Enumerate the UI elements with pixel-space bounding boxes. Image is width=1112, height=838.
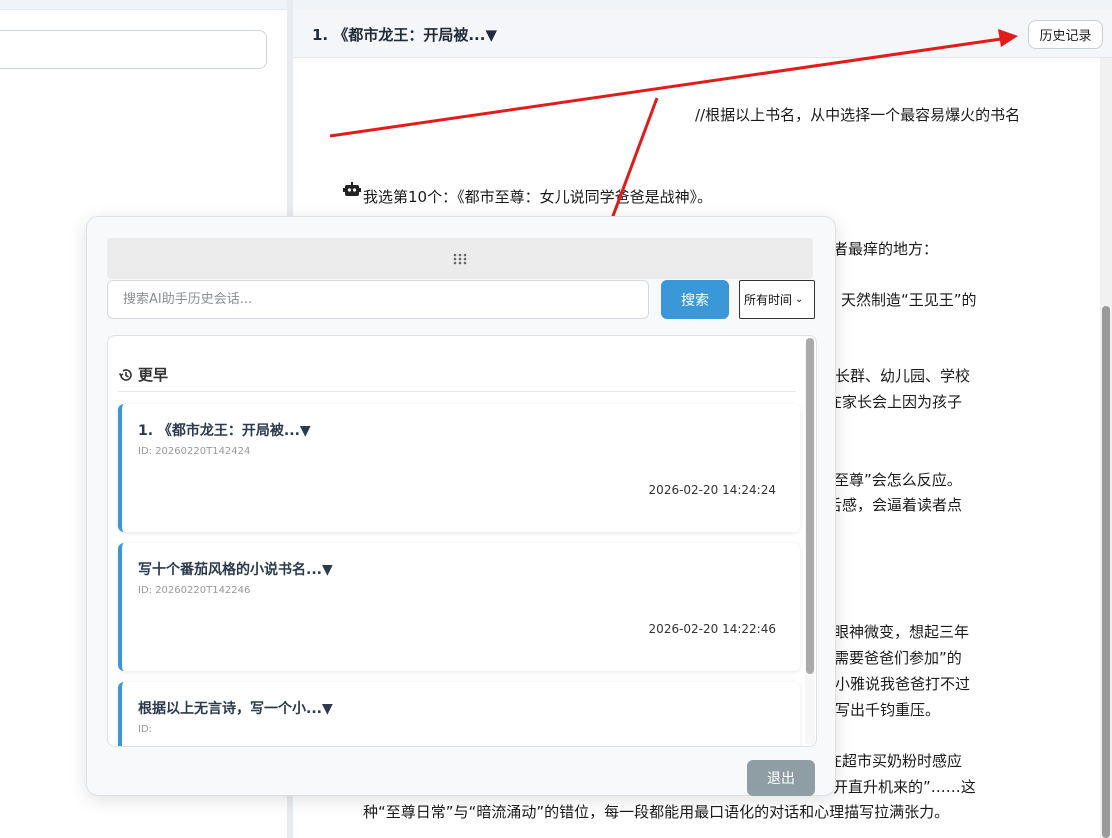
left-input-field[interactable] xyxy=(0,30,267,69)
section-header: 更早 xyxy=(118,364,168,385)
history-item[interactable]: 写十个番茄风格的小说书名...▼ ID: 20260220T142246 202… xyxy=(118,543,800,671)
message-line: 在家长会上因为孩子 xyxy=(827,393,963,411)
history-item[interactable]: 根据以上无言诗，写一个小...▼ ID: xyxy=(118,682,800,746)
modal-drag-handle[interactable] xyxy=(107,238,813,279)
robot-icon xyxy=(343,182,361,196)
message-line: 者最痒的地方： xyxy=(833,240,939,258)
message-line: 长群、幼儿园、学校 xyxy=(835,367,971,385)
message-line: 的需要爸爸们参加”的 xyxy=(819,649,962,667)
chevron-down-icon: ⌄ xyxy=(795,294,804,305)
history-clock-icon xyxy=(118,368,132,381)
drag-grip-icon xyxy=(453,253,467,264)
history-item-id: ID: 20260220T142424 xyxy=(138,446,251,457)
message-line: 天然制造“王见王”的 xyxy=(841,291,977,309)
message-line: 舌感，会逼着读者点 xyxy=(827,496,963,514)
history-item-id: ID: 20260220T142246 xyxy=(138,585,251,596)
history-item-id: ID: xyxy=(138,724,153,735)
history-list-scrollbar-thumb[interactable] xyxy=(806,338,814,674)
left-top-strip xyxy=(0,0,287,10)
top-strip xyxy=(293,0,1112,9)
chat-header: 1. 《都市龙王：开局被...▼ 历史记录 xyxy=(293,9,1112,58)
exit-button[interactable]: 退出 xyxy=(747,760,815,796)
section-label: 更早 xyxy=(138,366,169,384)
message-line: 在超市买奶粉时感应 xyxy=(827,752,963,770)
history-modal: 搜索 所有时间 ⌄ 更早 1. 《都市龙王：开局被...▼ ID: 202602… xyxy=(86,216,836,796)
message-line: 写出千钧重压。 xyxy=(835,701,941,719)
message-line: 我选第10个：《都市至尊：女儿说同学爸爸是战神》。 xyxy=(363,188,713,206)
message-line: 市至尊”会怎么反应。 xyxy=(819,471,962,489)
search-button[interactable]: 搜索 xyxy=(661,280,729,319)
history-search-input[interactable] xyxy=(107,280,649,319)
message-line: //根据以上书名，从中选择一个最容易爆火的书名 xyxy=(695,106,1021,124)
history-item-title: 根据以上无言诗，写一个小...▼ xyxy=(138,701,333,717)
history-item[interactable]: 1. 《都市龙王：开局被...▼ ID: 20260220T142424 202… xyxy=(118,404,800,532)
message-line: 的眼神微变，想起三年 xyxy=(819,623,970,641)
message-line: 小雅说我爸爸打不过 xyxy=(835,675,971,693)
message-line: 种“至尊日常”与“暗流涌动”的错位，每一段都能用最口语化的对话和心理描写拉满张力… xyxy=(363,803,950,821)
chat-scrollbar[interactable] xyxy=(1100,58,1112,838)
history-list: 更早 1. 《都市龙王：开局被...▼ ID: 20260220T142424 … xyxy=(107,335,817,747)
history-list-scrollbar[interactable] xyxy=(805,338,815,744)
history-item-time: 2026-02-20 14:24:24 xyxy=(648,483,776,497)
history-item-title: 1. 《都市龙王：开局被...▼ xyxy=(138,423,311,439)
chat-title[interactable]: 1. 《都市龙王：开局被...▼ xyxy=(312,24,497,45)
time-filter-value: 所有时间 xyxy=(744,293,793,307)
history-item-title: 写十个番茄风格的小说书名...▼ xyxy=(138,562,333,578)
message-line: 开直升机来的”……这 xyxy=(833,778,976,796)
section-divider xyxy=(118,391,796,392)
history-button[interactable]: 历史记录 xyxy=(1028,20,1103,49)
chat-scrollbar-thumb[interactable] xyxy=(1102,306,1110,838)
history-item-time: 2026-02-20 14:22:46 xyxy=(648,622,776,636)
time-filter-select[interactable]: 所有时间 ⌄ xyxy=(739,280,815,319)
